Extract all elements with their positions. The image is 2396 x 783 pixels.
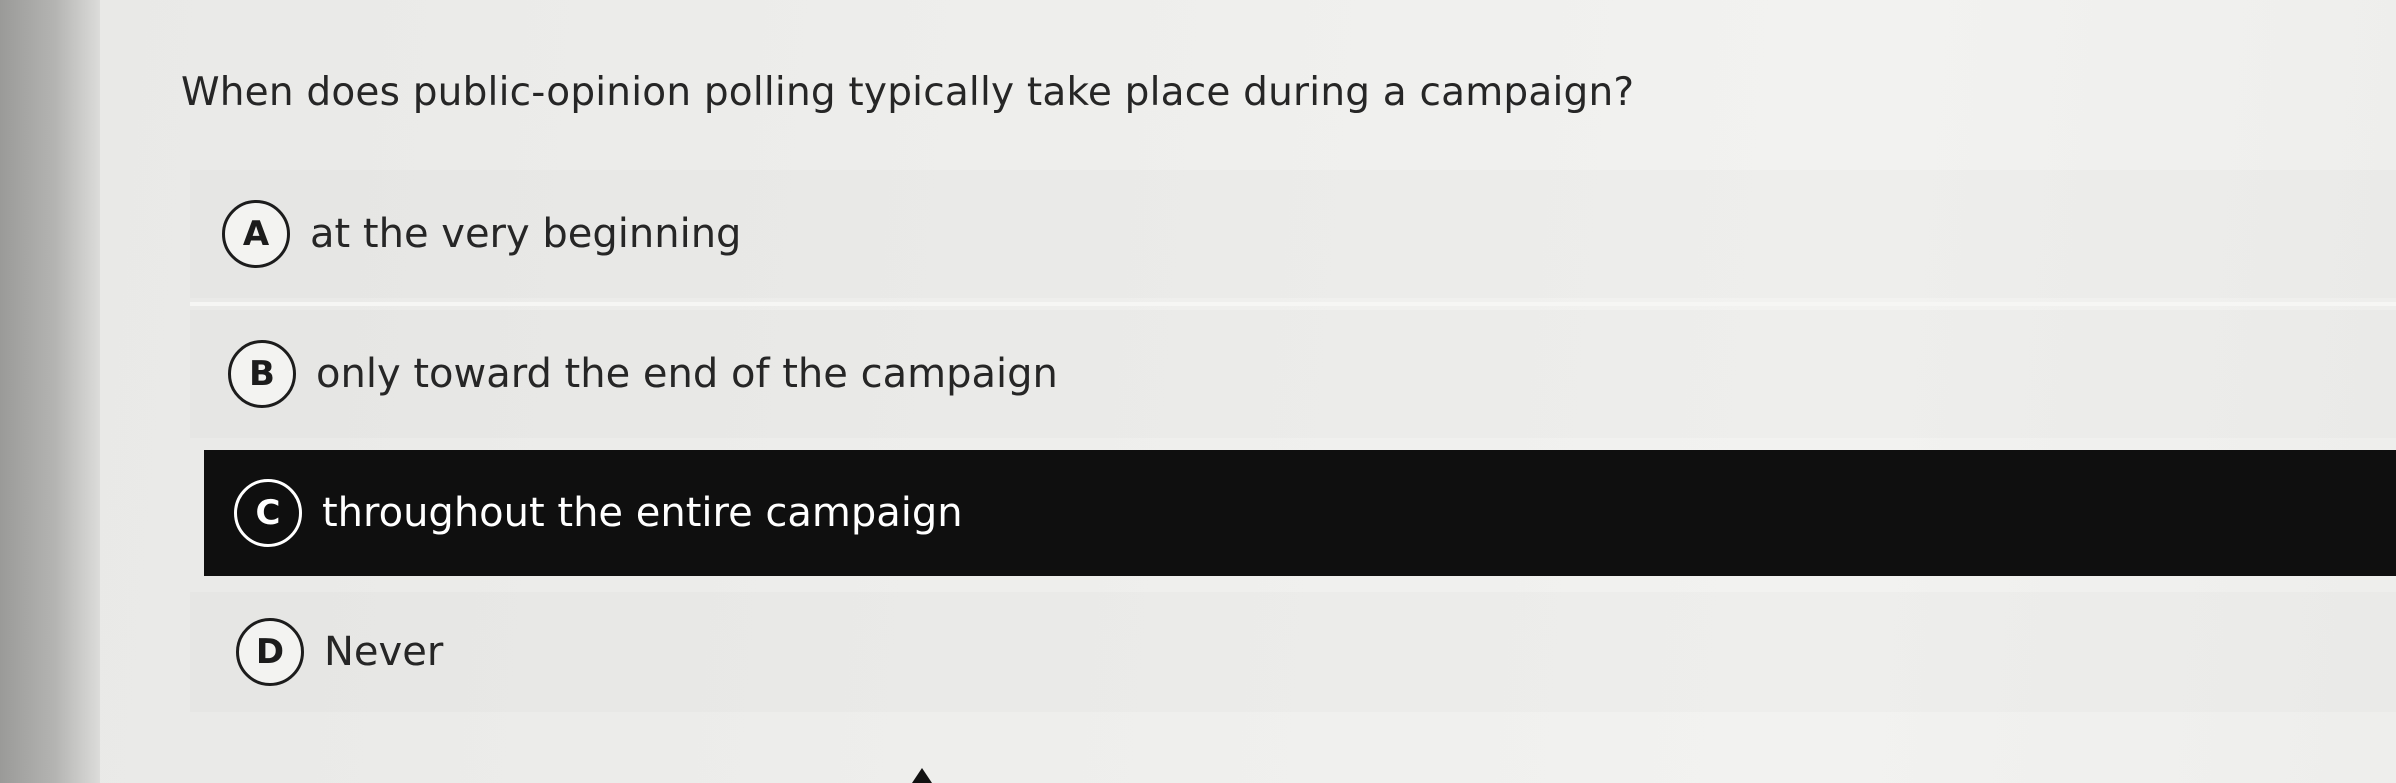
- option-divider: [190, 302, 2396, 306]
- option-d-label: Never: [324, 629, 444, 675]
- option-a[interactable]: A at the very beginning: [190, 170, 2396, 298]
- option-b[interactable]: B only toward the end of the campaign: [190, 310, 2396, 438]
- question-text: When does public-opinion polling typical…: [181, 70, 1635, 115]
- option-d[interactable]: D Never: [190, 592, 2396, 712]
- option-c-label: throughout the entire campaign: [322, 490, 963, 536]
- mouse-pointer-icon: [912, 768, 932, 783]
- monitor-bezel: [0, 0, 100, 783]
- option-b-letter-badge: B: [228, 340, 296, 408]
- option-a-label: at the very beginning: [310, 211, 742, 257]
- option-d-letter-badge: D: [236, 618, 304, 686]
- option-a-letter-badge: A: [222, 200, 290, 268]
- option-c-letter-badge: C: [234, 479, 302, 547]
- option-b-label: only toward the end of the campaign: [316, 351, 1058, 397]
- option-c[interactable]: C throughout the entire campaign: [204, 450, 2396, 576]
